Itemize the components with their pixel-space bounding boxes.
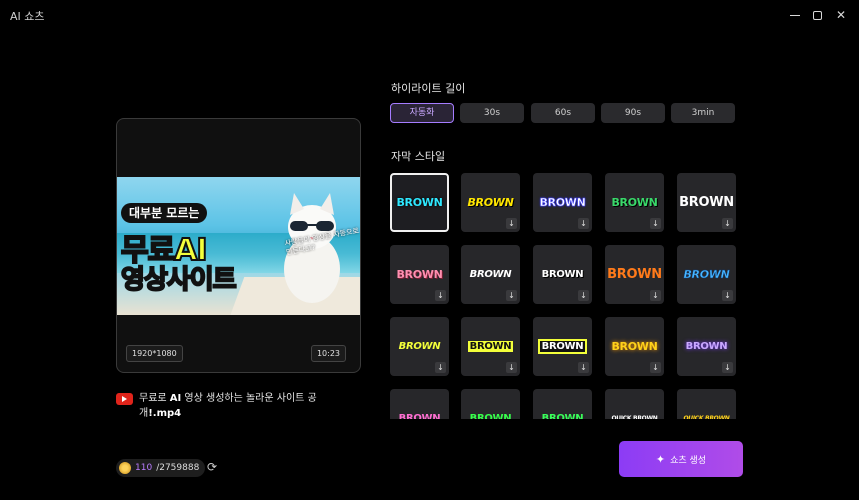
subtitle-style-sample: BROWN <box>396 196 443 209</box>
subtitle-style-sample: BROWN <box>679 195 734 210</box>
video-preview-card: 대부분 모르는 무료AI 영상사이트 사람들이 영상을 자동으로 만든다고? 1… <box>116 118 361 373</box>
subtitle-style-sample: BROWN <box>467 196 514 209</box>
download-icon[interactable]: ↓ <box>578 362 589 373</box>
subtitle-style-sample: QUICK BROWN <box>611 415 658 419</box>
subtitle-style-tile[interactable]: BROWN ↓ <box>605 317 664 376</box>
subtitle-style-tile[interactable]: BROWN ↓ <box>533 173 592 232</box>
download-icon[interactable]: ↓ <box>578 290 589 301</box>
subtitle-style-sample: BROWN <box>537 339 588 354</box>
maximize-icon <box>812 10 822 20</box>
thumbnail-tag: 대부분 모르는 <box>121 203 208 223</box>
youtube-icon <box>116 393 133 405</box>
highlight-length-label: 하이라이트 길이 <box>391 82 466 95</box>
generate-shorts-label: 쇼츠 생성 <box>670 455 707 466</box>
download-icon[interactable]: ↓ <box>435 290 446 301</box>
download-icon[interactable]: ↓ <box>722 362 733 373</box>
credit-balance: 110/2759888 <box>116 459 206 477</box>
subtitle-style-sample: BROWN <box>469 269 512 280</box>
subtitle-style-tile[interactable]: QUICK BROWN↓ <box>605 389 664 419</box>
minimize-button[interactable] <box>786 6 804 24</box>
generate-shorts-button[interactable]: ✦ 쇼츠 생성 <box>619 441 743 477</box>
subtitle-style-tile[interactable]: BROWN↓ <box>461 389 520 419</box>
subtitle-style-grid: BROWN BROWN ↓ BROWN ↓ BROWN ↓ BROWN ↓ BROWN ↓ BROWN… <box>390 173 740 419</box>
length-option-90s[interactable]: 90s <box>601 103 665 123</box>
subtitle-style-sample: BROWN <box>398 413 441 419</box>
video-file-name: 무료로 AI 영상 생성하는 놀라운 사이트 공개!.mp4 <box>139 391 339 421</box>
subtitle-style-tile[interactable]: BROWN ↓ <box>461 245 520 304</box>
minimize-icon <box>790 14 800 16</box>
maximize-button[interactable] <box>808 6 826 24</box>
download-icon[interactable]: ↓ <box>650 362 661 373</box>
sparkle-icon: ✦ <box>655 452 666 466</box>
duration-badge: 10:23 <box>310 345 346 362</box>
window-title: AI 쇼츠 <box>10 10 45 23</box>
subtitle-style-tile[interactable]: BROWN ↓ <box>533 245 592 304</box>
file-name-part: 무료로 <box>139 393 170 404</box>
subtitle-style-tile[interactable]: BROWN ↓ <box>533 317 592 376</box>
subtitle-style-sample: BROWN <box>539 196 586 210</box>
file-name-bold: AI <box>169 393 182 404</box>
subtitle-style-tile[interactable]: BROWN <box>390 173 449 232</box>
download-icon[interactable]: ↓ <box>506 290 517 301</box>
download-icon[interactable]: ↓ <box>722 290 733 301</box>
subtitle-style-tile[interactable]: BROWN ↓ <box>390 245 449 304</box>
subtitle-style-tile[interactable]: BROWN ↓ <box>390 317 449 376</box>
subtitle-style-sample: QUICK BROWN <box>683 415 730 419</box>
subtitle-style-sample: BROWN <box>467 341 514 352</box>
subtitle-style-tile[interactable]: BROWN ↓ <box>677 173 736 232</box>
subtitle-style-sample: BROWN <box>541 413 584 419</box>
download-icon[interactable]: ↓ <box>578 218 589 229</box>
thumbnail-headline-2: 영상사이트 <box>120 264 238 296</box>
subtitle-style-tile[interactable]: BROWN ↓ <box>605 245 664 304</box>
download-icon[interactable]: ↓ <box>506 362 517 373</box>
subtitle-style-tile[interactable]: BROWN ↓ <box>677 245 736 304</box>
subtitle-style-tile[interactable]: BROWN ↓ <box>605 173 664 232</box>
subtitle-style-sample: BROWN <box>685 341 728 352</box>
download-icon[interactable]: ↓ <box>650 290 661 301</box>
resolution-badge: 1920*1080 <box>126 345 183 362</box>
close-button[interactable]: ✕ <box>832 6 850 24</box>
subtitle-style-tile[interactable]: BROWN ↓ <box>677 317 736 376</box>
subtitle-style-tile[interactable]: QUICK BROWN↓ <box>677 389 736 419</box>
length-option-30s[interactable]: 30s <box>460 103 524 123</box>
length-option-3min[interactable]: 3min <box>671 103 735 123</box>
subtitle-style-sample: BROWN <box>611 196 658 209</box>
credit-total: /2759888 <box>156 463 200 473</box>
download-icon[interactable]: ↓ <box>506 218 517 229</box>
subtitle-style-label: 자막 스타일 <box>391 150 446 163</box>
subtitle-style-sample: BROWN <box>541 269 584 280</box>
coin-icon <box>119 462 131 474</box>
subtitle-style-tile[interactable]: BROWN ↓ <box>461 173 520 232</box>
subtitle-style-sample: BROWN <box>398 341 441 352</box>
file-name-extension: !.mp4 <box>148 408 182 419</box>
video-thumbnail[interactable]: 대부분 모르는 무료AI 영상사이트 사람들이 영상을 자동으로 만든다고? <box>117 177 360 315</box>
subtitle-style-sample: BROWN <box>469 413 512 419</box>
subtitle-style-tile[interactable]: BROWN↓ <box>390 389 449 419</box>
subtitle-style-sample: BROWN <box>396 268 443 281</box>
subtitle-style-sample: BROWN <box>683 268 730 281</box>
subtitle-style-sample: BROWN <box>611 340 658 353</box>
length-option-60s[interactable]: 60s <box>531 103 595 123</box>
refresh-icon[interactable]: ⟳ <box>205 460 219 474</box>
subtitle-style-tile[interactable]: BROWN ↓ <box>461 317 520 376</box>
download-icon[interactable]: ↓ <box>722 218 733 229</box>
subtitle-style-tile[interactable]: BROWN↓ <box>533 389 592 419</box>
download-icon[interactable]: ↓ <box>650 218 661 229</box>
length-option-auto[interactable]: 자동화 <box>390 103 454 123</box>
credit-used: 110 <box>135 463 153 473</box>
download-icon[interactable]: ↓ <box>435 362 446 373</box>
subtitle-style-sample: BROWN <box>607 267 662 282</box>
